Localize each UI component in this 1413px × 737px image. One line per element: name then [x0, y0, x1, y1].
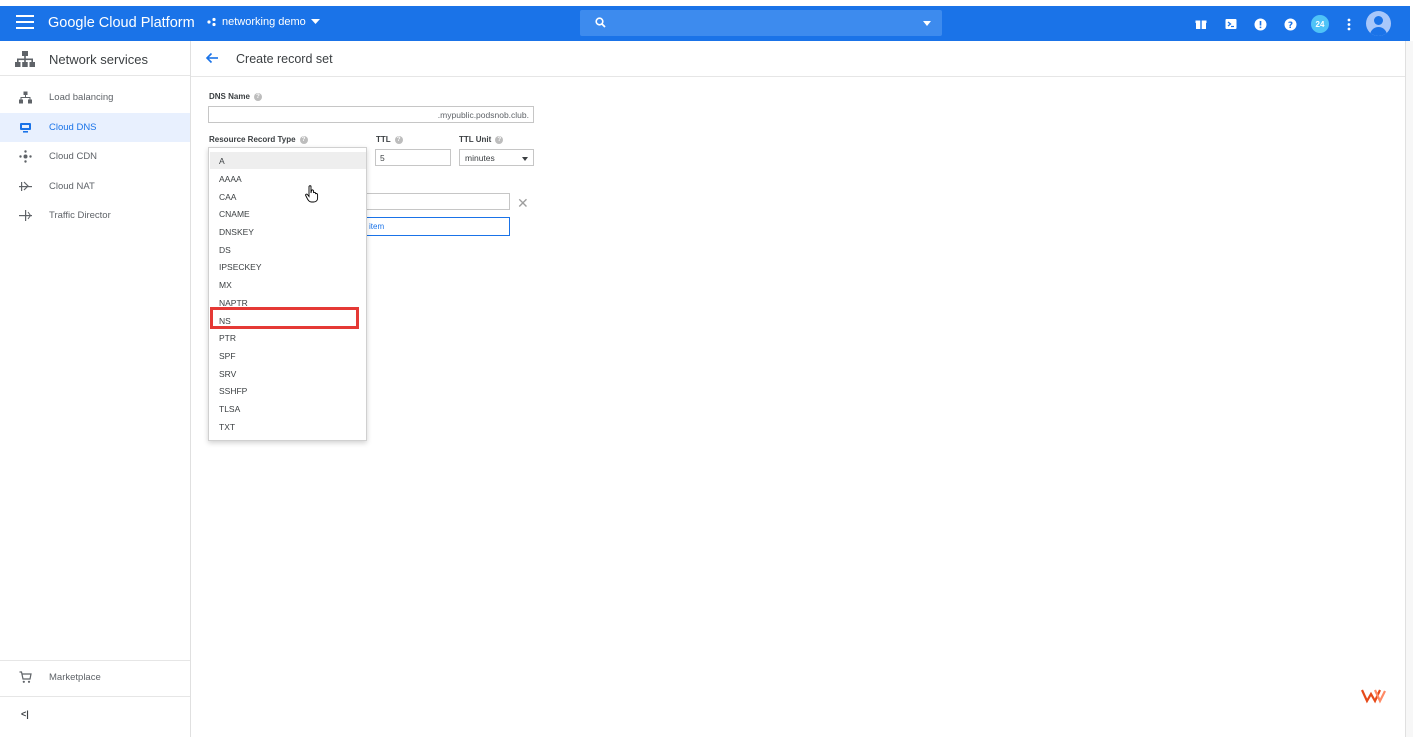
record-type-label: Resource Record Type ?: [209, 135, 308, 144]
project-selector[interactable]: networking demo: [207, 16, 320, 28]
sidebar-item-label: Cloud DNS: [49, 122, 97, 133]
dns-name-label-text: DNS Name: [209, 92, 250, 101]
chevron-down-icon: [522, 157, 528, 161]
watermark-logo: [1361, 689, 1386, 704]
sidebar-item-label: Cloud CDN: [49, 151, 98, 162]
help-icon[interactable]: ?: [495, 135, 504, 144]
ttl-unit-label: TTL Unit ?: [459, 135, 504, 144]
cloud-dns-icon: [20, 123, 31, 133]
dropdown-option-ptr[interactable]: PTR: [210, 329, 366, 346]
record-type-label-text: Resource Record Type: [209, 135, 296, 144]
sidebar-item-cloud-dns[interactable]: Cloud DNS: [0, 113, 190, 142]
cloud-shell-icon[interactable]: [1223, 16, 1239, 32]
search-bar[interactable]: [580, 10, 942, 36]
sidebar-title: Network services: [49, 52, 148, 67]
sidebar-item-cloud-nat[interactable]: Cloud NAT: [0, 172, 190, 201]
close-icon[interactable]: ✕: [517, 195, 529, 212]
sidebar-item-traffic-director[interactable]: Traffic Director: [0, 201, 190, 230]
project-name: networking demo: [222, 16, 306, 28]
marketplace-icon: [19, 671, 32, 683]
gift-icon[interactable]: [1193, 16, 1209, 32]
app-bar: Google Cloud Platform networking demo ? …: [0, 6, 1410, 41]
dropdown-option-a[interactable]: A: [210, 152, 366, 169]
ttl-unit-value: minutes: [465, 153, 495, 163]
dropdown-option-caa[interactable]: CAA: [210, 188, 366, 205]
ttl-label: TTL ?: [376, 135, 403, 144]
collapse-sidebar-icon[interactable]: <|: [21, 709, 29, 719]
ttl-input[interactable]: 5: [375, 149, 451, 166]
help-icon[interactable]: ?: [299, 135, 308, 144]
ttl-label-text: TTL: [376, 135, 391, 144]
sidebar-item-marketplace[interactable]: Marketplace: [0, 663, 190, 692]
page-scrollbar[interactable]: [1405, 41, 1413, 737]
sidebar-divider: [0, 696, 190, 697]
dropdown-option-dnskey[interactable]: DNSKEY: [210, 223, 366, 240]
dropdown-option-aaaa[interactable]: AAAA: [210, 170, 366, 187]
project-icon: [207, 17, 216, 27]
sidebar-section-header: Network services: [0, 41, 190, 76]
dropdown-option-sshfp[interactable]: SSHFP: [210, 382, 366, 399]
sidebar-item-label: Marketplace: [49, 672, 101, 683]
dropdown-option-tlsa[interactable]: TLSA: [210, 400, 366, 417]
hand-cursor-icon: [305, 185, 319, 203]
page-header: Create record set: [191, 41, 1405, 77]
help-icon[interactable]: ?: [1282, 16, 1298, 32]
dropdown-option-ipseckey[interactable]: IPSECKEY: [210, 258, 366, 275]
notifications-icon[interactable]: [1252, 16, 1268, 32]
add-item-button[interactable]: item: [365, 217, 510, 236]
cloud-cdn-icon: [19, 150, 32, 163]
network-services-icon: [15, 51, 35, 67]
ns-highlight-box: [210, 307, 359, 329]
sidebar: Network services Load balancing Cloud DN…: [0, 41, 191, 737]
notification-count-badge[interactable]: 24: [1311, 15, 1329, 33]
help-icon[interactable]: ?: [253, 92, 262, 101]
dropdown-option-ds[interactable]: DS: [210, 241, 366, 258]
dns-name-input[interactable]: .mypublic.podsnob.club.: [208, 106, 534, 123]
ttl-unit-label-text: TTL Unit: [459, 135, 492, 144]
cloud-nat-icon: [19, 181, 32, 191]
back-arrow-icon[interactable]: [205, 52, 219, 64]
hamburger-menu-icon[interactable]: [16, 15, 34, 31]
record-type-dropdown: A AAAA CAA CNAME DNSKEY DS IPSECKEY MX N…: [208, 147, 367, 441]
dropdown-option-srv[interactable]: SRV: [210, 365, 366, 382]
sidebar-item-cloud-cdn[interactable]: Cloud CDN: [0, 142, 190, 171]
user-avatar[interactable]: [1366, 11, 1391, 36]
search-dropdown-icon[interactable]: [923, 21, 931, 26]
dns-name-label: DNS Name ?: [209, 92, 262, 101]
sidebar-divider: [0, 660, 190, 661]
chevron-down-icon: [310, 19, 320, 24]
load-balancing-icon: [19, 91, 32, 104]
search-icon: [595, 17, 606, 28]
sidebar-item-load-balancing[interactable]: Load balancing: [0, 83, 190, 112]
record-data-input[interactable]: [365, 193, 510, 210]
dropdown-option-spf[interactable]: SPF: [210, 347, 366, 364]
traffic-director-icon: [19, 210, 32, 221]
ttl-unit-select[interactable]: minutes: [459, 149, 534, 166]
more-vert-icon[interactable]: [1341, 16, 1357, 32]
dropdown-option-cname[interactable]: CNAME: [210, 205, 366, 222]
help-icon[interactable]: ?: [394, 135, 403, 144]
page-title: Create record set: [236, 52, 333, 66]
sidebar-item-label: Traffic Director: [49, 210, 111, 221]
app-brand[interactable]: Google Cloud Platform: [48, 15, 195, 31]
dropdown-option-txt[interactable]: TXT: [210, 418, 366, 435]
sidebar-item-label: Load balancing: [49, 92, 114, 103]
svg-text:?: ?: [1287, 20, 1292, 30]
dropdown-option-mx[interactable]: MX: [210, 276, 366, 293]
sidebar-item-label: Cloud NAT: [49, 181, 95, 192]
